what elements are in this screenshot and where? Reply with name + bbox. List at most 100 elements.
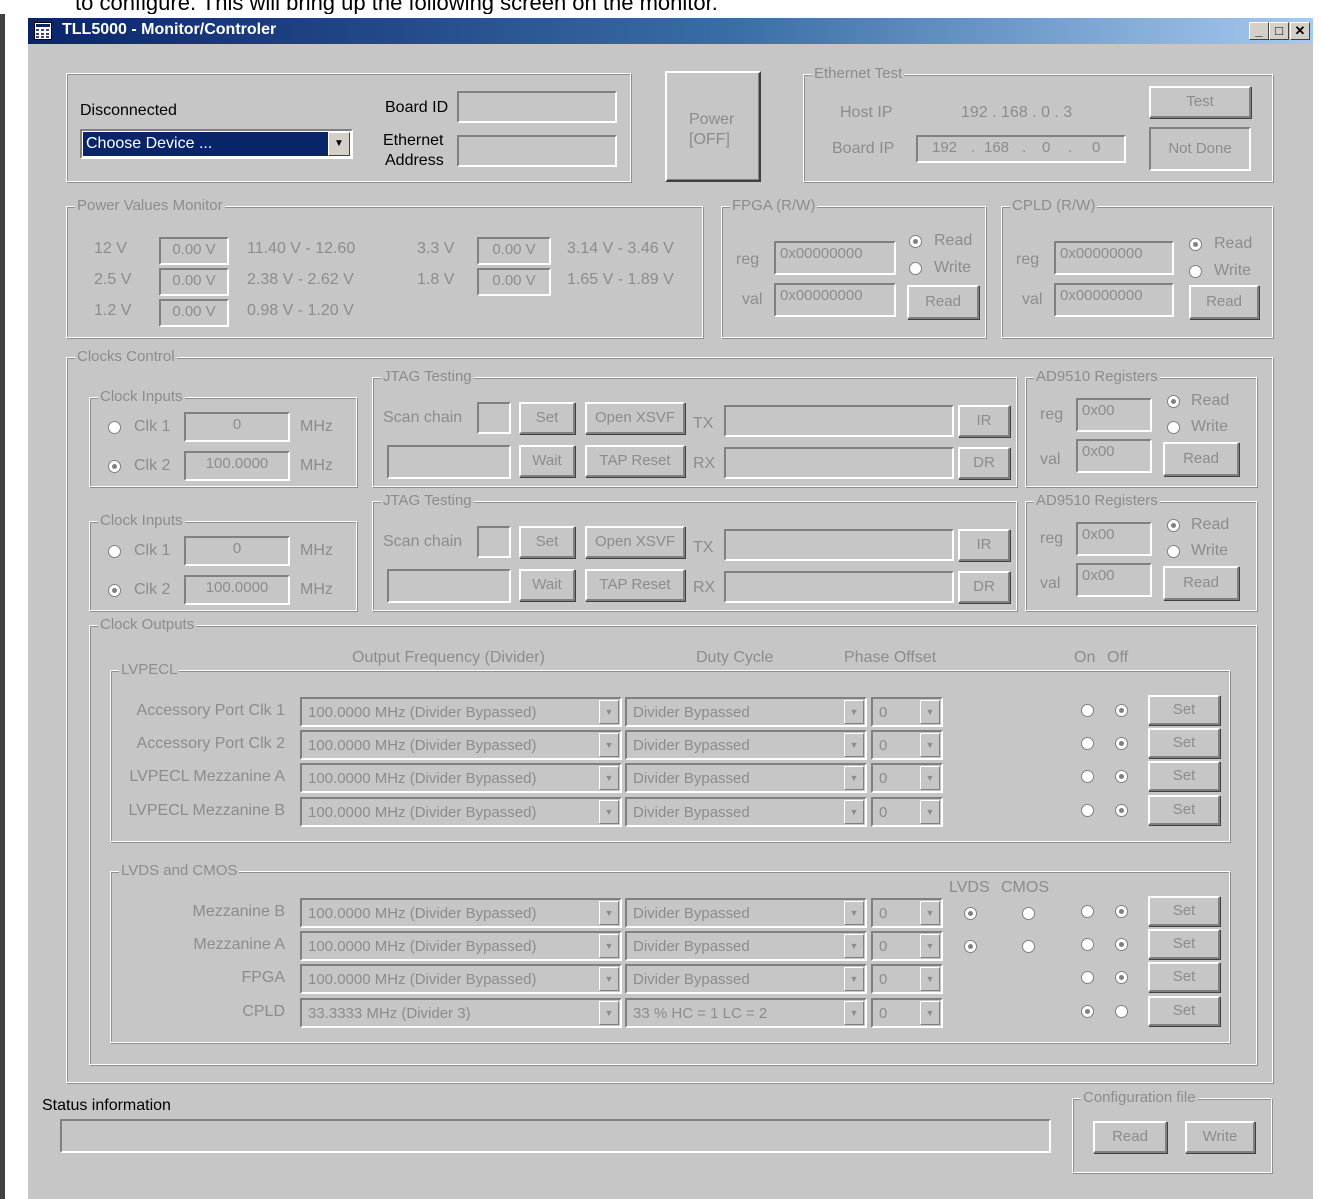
chevron-down-icon[interactable]: ▼ [920,700,940,724]
frequency-select[interactable]: 100.0000 MHz (Divider Bypassed) ▼ [300,931,622,961]
on-radio[interactable] [1081,1005,1094,1018]
clk1-input[interactable]: 0 [184,536,290,566]
phase-offset-select[interactable]: 0 ▼ [871,763,943,793]
cmos-radio[interactable] [1022,907,1035,920]
device-select[interactable]: Choose Device ... ▼ [80,129,353,159]
chevron-down-icon[interactable]: ▼ [599,766,619,790]
open-xsvf-button[interactable]: Open XSVF [585,402,685,434]
frequency-select[interactable]: 100.0000 MHz (Divider Bypassed) ▼ [300,964,622,994]
lvds-radio[interactable] [964,940,977,953]
chevron-down-icon[interactable]: ▼ [920,1001,940,1025]
off-radio[interactable] [1115,704,1128,717]
clk1-radio[interactable] [108,545,121,558]
chevron-down-icon[interactable]: ▼ [599,800,619,824]
phase-offset-select[interactable]: 0 ▼ [871,730,943,760]
scan-chain-input[interactable] [477,402,511,434]
chevron-down-icon[interactable]: ▼ [599,733,619,757]
fpga-reg-input[interactable]: 0x00000000 [774,241,896,275]
tx-field[interactable] [724,529,954,561]
cpld-reg-input[interactable]: 0x00000000 [1054,241,1174,275]
lvds-radio[interactable] [964,907,977,920]
cpld-read-radio[interactable] [1189,238,1202,251]
chevron-down-icon[interactable]: ▼ [328,132,350,156]
phase-offset-select[interactable]: 0 ▼ [871,964,943,994]
duty-cycle-select[interactable]: Divider Bypassed ▼ [625,964,867,994]
chevron-down-icon[interactable]: ▼ [844,1001,864,1025]
wait-button[interactable]: Wait [519,569,575,601]
phase-offset-select[interactable]: 0 ▼ [871,898,943,928]
frequency-select[interactable]: 100.0000 MHz (Divider Bypassed) ▼ [300,797,622,827]
ad9510-read-radio[interactable] [1167,395,1180,408]
set-button[interactable]: Set [1148,695,1220,725]
set-button[interactable]: Set [1148,728,1220,758]
ad9510-reg-input[interactable]: 0x00 [1076,522,1152,556]
title-bar[interactable]: TLL5000 - Monitor/Controler _ □ ✕ [28,18,1313,44]
on-radio[interactable] [1081,905,1094,918]
ir-button[interactable]: IR [958,529,1010,561]
chevron-down-icon[interactable]: ▼ [920,733,940,757]
chevron-down-icon[interactable]: ▼ [844,967,864,991]
clk1-radio[interactable] [108,421,121,434]
duty-cycle-select[interactable]: Divider Bypassed ▼ [625,763,867,793]
frequency-select[interactable]: 100.0000 MHz (Divider Bypassed) ▼ [300,763,622,793]
duty-cycle-select[interactable]: Divider Bypassed ▼ [625,898,867,928]
frequency-select[interactable]: 33.3333 MHz (Divider 3) ▼ [300,998,622,1028]
config-read-button[interactable]: Read [1093,1121,1167,1153]
duty-cycle-select[interactable]: Divider Bypassed ▼ [625,697,867,727]
tap-reset-button[interactable]: TAP Reset [585,445,685,477]
duty-cycle-select[interactable]: Divider Bypassed ▼ [625,797,867,827]
chevron-down-icon[interactable]: ▼ [920,766,940,790]
off-radio[interactable] [1115,971,1128,984]
chevron-down-icon[interactable]: ▼ [920,901,940,925]
rx-field[interactable] [724,447,954,479]
ir-button[interactable]: IR [958,405,1010,437]
ad9510-read-button[interactable]: Read [1163,566,1239,600]
chevron-down-icon[interactable]: ▼ [599,700,619,724]
fpga-read-button[interactable]: Read [907,285,979,319]
ad9510-write-radio[interactable] [1167,421,1180,434]
close-button[interactable]: ✕ [1290,22,1310,40]
open-xsvf-button[interactable]: Open XSVF [585,526,685,558]
cpld-read-button[interactable]: Read [1189,285,1259,319]
phase-offset-select[interactable]: 0 ▼ [871,931,943,961]
board-ip-field[interactable]: 192 . 168 . 0 . 0 [916,135,1126,163]
phase-offset-select[interactable]: 0 ▼ [871,998,943,1028]
chevron-down-icon[interactable]: ▼ [599,901,619,925]
chevron-down-icon[interactable]: ▼ [920,934,940,958]
ad9510-val-input[interactable]: 0x00 [1076,563,1152,597]
fpga-write-radio[interactable] [909,262,922,275]
chevron-down-icon[interactable]: ▼ [844,800,864,824]
clk2-input[interactable]: 100.0000 [184,451,290,481]
set-button[interactable]: Set [1148,996,1220,1026]
chevron-down-icon[interactable]: ▼ [844,934,864,958]
phase-offset-select[interactable]: 0 ▼ [871,797,943,827]
minimize-button[interactable]: _ [1249,22,1269,40]
clk2-radio[interactable] [108,460,121,473]
ad9510-read-radio[interactable] [1167,519,1180,532]
fpga-val-input[interactable]: 0x00000000 [774,283,896,317]
off-radio[interactable] [1115,1005,1128,1018]
maximize-button[interactable]: □ [1269,22,1289,40]
cpld-write-radio[interactable] [1189,265,1202,278]
off-radio[interactable] [1115,804,1128,817]
scan-chain-input[interactable] [477,526,511,558]
set-button[interactable]: Set [1148,929,1220,959]
tap-reset-button[interactable]: TAP Reset [585,569,685,601]
chevron-down-icon[interactable]: ▼ [920,800,940,824]
phase-offset-select[interactable]: 0 ▼ [871,697,943,727]
chevron-down-icon[interactable]: ▼ [920,967,940,991]
on-radio[interactable] [1081,704,1094,717]
duty-cycle-select[interactable]: 33 % HC = 1 LC = 2 ▼ [625,998,867,1028]
clk2-radio[interactable] [108,584,121,597]
dr-button[interactable]: DR [958,447,1010,479]
on-radio[interactable] [1081,804,1094,817]
duty-cycle-select[interactable]: Divider Bypassed ▼ [625,931,867,961]
on-radio[interactable] [1081,971,1094,984]
cpld-val-input[interactable]: 0x00000000 [1054,283,1174,317]
chevron-down-icon[interactable]: ▼ [844,901,864,925]
clk1-input[interactable]: 0 [184,412,290,442]
duty-cycle-select[interactable]: Divider Bypassed ▼ [625,730,867,760]
jtag-set-button[interactable]: Set [519,526,575,558]
power-button[interactable]: Power [OFF] [665,71,761,182]
ad9510-reg-input[interactable]: 0x00 [1076,398,1152,432]
